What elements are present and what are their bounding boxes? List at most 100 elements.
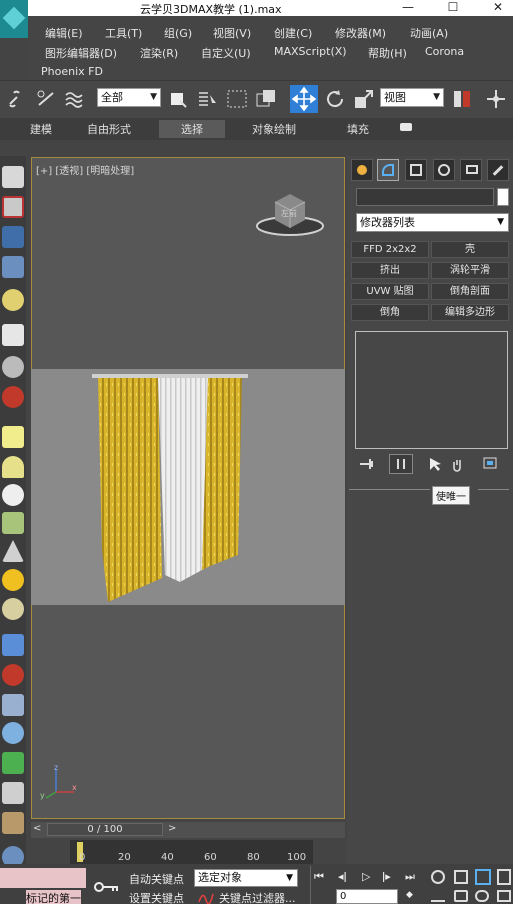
viewport-label[interactable]: [+] [透视] [明暗处理] [36, 162, 134, 177]
half-sphere-icon[interactable] [2, 356, 24, 378]
modifier-bevel-profile-button[interactable]: 倒角剖面 [431, 283, 509, 300]
menu-modifiers[interactable]: 修改器(M) [335, 25, 386, 41]
set-key-button[interactable]: 设置关键点 [129, 890, 184, 904]
pyramid-icon[interactable] [2, 694, 24, 716]
grass-icon[interactable] [2, 752, 24, 774]
select-object-icon[interactable] [166, 87, 190, 111]
current-frame-field[interactable]: 0 [336, 889, 398, 904]
ribbon-options-icon[interactable] [400, 123, 412, 131]
menu-animation[interactable]: 动画(A) [410, 25, 448, 41]
select-and-manipulate-icon[interactable] [484, 87, 508, 111]
people-icon[interactable] [2, 386, 24, 408]
select-and-scale-icon[interactable] [352, 87, 376, 111]
tab-selection[interactable]: 选择 [159, 120, 225, 138]
light-bulb-icon[interactable] [2, 289, 24, 311]
selection-filter-dropdown[interactable]: 全部 ▼ [97, 88, 161, 107]
unlink-icon[interactable] [34, 87, 58, 111]
tab-populate[interactable]: 填充 [347, 121, 369, 137]
modify-tab-icon[interactable] [377, 159, 399, 181]
modifier-edit-poly-button[interactable]: 编辑多边形 [431, 304, 509, 321]
hair-fur-icon[interactable] [2, 782, 24, 804]
select-and-move-icon[interactable] [290, 85, 318, 113]
timeline-ruler[interactable] [70, 840, 313, 864]
object-name-field[interactable] [356, 188, 494, 206]
select-by-name-icon[interactable] [195, 87, 219, 111]
timeline-next-button[interactable]: > [168, 823, 176, 834]
play-button[interactable]: ▷ [362, 870, 370, 883]
object-color-swatch[interactable] [497, 188, 509, 206]
motion-tab-icon[interactable] [433, 159, 455, 181]
curtain-model[interactable] [90, 370, 250, 605]
key-selection-dropdown[interactable]: 选定对象 ▼ [194, 869, 298, 887]
sun-icon[interactable] [2, 569, 24, 591]
window-crossing-icon[interactable] [254, 87, 278, 111]
select-and-rotate-icon[interactable] [323, 87, 347, 111]
cone-icon[interactable] [2, 540, 24, 562]
modifier-extrude-button[interactable]: 挤出 [351, 262, 429, 279]
reference-coordinate-dropdown[interactable]: 视图 ▼ [380, 88, 444, 107]
frame-spinner[interactable]: ◆ [406, 890, 413, 900]
orbit-icon[interactable] [475, 890, 489, 902]
remove-modifier-icon[interactable] [450, 456, 466, 472]
sphere-icon[interactable] [2, 484, 24, 506]
menu-view[interactable]: 视图(V) [213, 25, 251, 41]
maximize-button[interactable]: ☐ [438, 0, 468, 16]
key-filters-button[interactable]: 关键点过滤器... [219, 890, 296, 904]
next-frame-button[interactable]: ǀ▸ [382, 870, 391, 883]
disc-icon[interactable] [2, 598, 24, 620]
modifier-ffd-button[interactable]: FFD 2x2x2 [351, 241, 429, 258]
key-mode-icon[interactable] [431, 870, 445, 884]
show-end-result-icon[interactable] [389, 454, 413, 474]
use-pivot-center-icon[interactable] [450, 87, 474, 111]
field-of-view-icon[interactable] [431, 890, 445, 902]
time-config-icon[interactable] [454, 870, 468, 884]
menu-phoenix-fd[interactable]: Phoenix FD [41, 65, 103, 78]
list-panel-icon[interactable] [2, 226, 24, 248]
grid-panel-icon[interactable] [2, 256, 24, 278]
teapot-icon[interactable] [2, 166, 24, 188]
modifier-list-dropdown[interactable]: 修改器列表 ▼ [356, 213, 509, 232]
menu-corona[interactable]: Corona [425, 45, 464, 58]
modifier-shell-button[interactable]: 壳 [431, 241, 509, 258]
pan-view-icon[interactable] [454, 890, 468, 902]
render-frame-icon[interactable] [2, 196, 24, 218]
zoom-extents-icon[interactable] [475, 869, 491, 885]
viewcube-icon[interactable]: 左前 [255, 188, 325, 240]
maximize-viewport-icon[interactable] [497, 890, 511, 902]
modifier-turbosmooth-button[interactable]: 涡轮平滑 [431, 262, 509, 279]
modifier-bevel-button[interactable]: 倒角 [351, 304, 429, 321]
rectangular-selection-icon[interactable] [225, 87, 249, 111]
create-tab-icon[interactable] [351, 159, 373, 181]
camera-icon[interactable] [2, 324, 24, 346]
menu-maxscript[interactable]: MAXScript(X) [274, 45, 347, 58]
menu-graph-editors[interactable]: 图形编辑器(D) [45, 45, 117, 61]
tab-object-paint[interactable]: 对象绘制 [252, 121, 296, 137]
maxscript-listener[interactable] [0, 868, 86, 888]
configure-modifier-sets-icon[interactable] [482, 456, 500, 472]
modifier-uvw-map-button[interactable]: UVW 贴图 [351, 283, 429, 300]
link-icon[interactable] [5, 87, 29, 111]
modifier-stack[interactable] [355, 331, 508, 449]
dome-icon[interactable] [2, 456, 24, 478]
utilities-tab-icon[interactable] [487, 159, 509, 181]
teacup-icon[interactable] [2, 512, 24, 534]
particles-icon[interactable] [2, 634, 24, 656]
go-to-end-button[interactable]: ⏭ [405, 870, 415, 884]
time-slider[interactable]: 0 / 100 [47, 823, 163, 836]
tab-modeling[interactable]: 建模 [30, 121, 52, 137]
key-icon[interactable] [94, 880, 120, 894]
minimize-button[interactable]: — [393, 0, 423, 16]
menu-rendering[interactable]: 渲染(R) [140, 45, 178, 61]
menu-edit[interactable]: 编辑(E) [45, 25, 83, 41]
pin-stack-icon[interactable] [358, 456, 378, 472]
close-button[interactable]: ✕ [483, 0, 513, 16]
timeline-prev-button[interactable]: < [33, 823, 41, 834]
bind-space-warp-icon[interactable] [63, 87, 87, 111]
menu-create[interactable]: 创建(C) [274, 25, 312, 41]
auto-key-button[interactable]: 自动关键点 [129, 871, 184, 887]
plane-icon[interactable] [2, 426, 24, 448]
menu-tools[interactable]: 工具(T) [105, 25, 142, 41]
gear-icon[interactable] [2, 722, 24, 744]
hierarchy-tab-icon[interactable] [405, 159, 427, 181]
display-tab-icon[interactable] [460, 159, 482, 181]
